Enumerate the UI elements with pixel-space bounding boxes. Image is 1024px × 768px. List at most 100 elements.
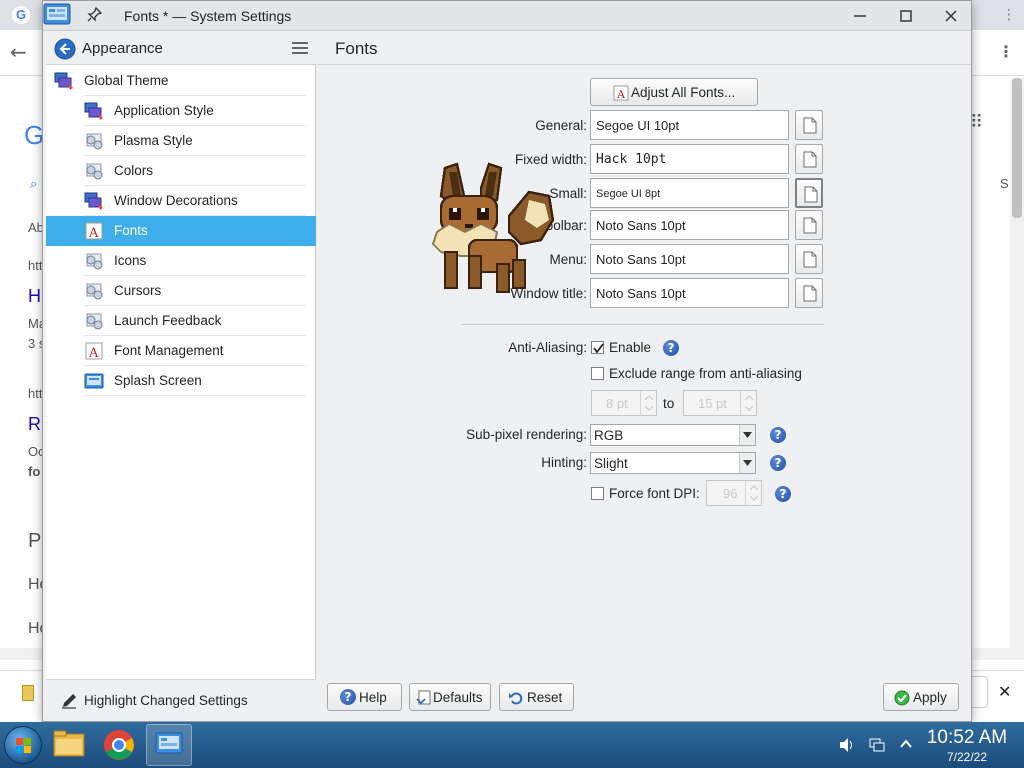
document-icon: [804, 186, 818, 203]
sidebar-item-splash-screen[interactable]: Splash Screen: [46, 366, 316, 396]
apply-icon: [894, 690, 910, 706]
defaults-button[interactable]: Defaults: [409, 683, 491, 711]
subpixel-label: Sub-pixel rendering:: [466, 427, 587, 442]
volume-icon[interactable]: [838, 736, 856, 754]
eevee-sprite: [431, 162, 555, 293]
exclude-from-value: 8 pt: [606, 396, 628, 411]
sidebar-item-colors[interactable]: Colors: [46, 156, 316, 186]
spin-arrows: [640, 391, 656, 415]
sidebar-item-font-management[interactable]: A Font Management: [46, 336, 316, 366]
sidebar-item-global-theme[interactable]: Global Theme: [46, 66, 316, 96]
spin-arrows: [745, 481, 761, 505]
bg-link-fragment[interactable]: H: [28, 286, 42, 307]
windows-logo-icon: [16, 738, 31, 753]
bg-text-fragment: Ho: [28, 576, 42, 593]
help-icon[interactable]: ?: [663, 340, 679, 356]
window-titlebar[interactable]: Fonts * — System Settings: [43, 1, 971, 31]
close-icon[interactable]: [940, 5, 962, 27]
browser-find-close-icon[interactable]: ✕: [998, 682, 1011, 701]
google-favicon-icon[interactable]: G: [12, 6, 30, 24]
fonts-panel: Fonts A Adjust All Fonts... General: Sego…: [317, 32, 971, 721]
sidebar-item-icons[interactable]: Icons: [46, 246, 316, 276]
sidebar-item-label: Font Management: [114, 343, 224, 358]
apply-button[interactable]: Apply: [883, 683, 959, 711]
browser-find-box[interactable]: [972, 676, 988, 708]
network-icon[interactable]: [868, 736, 886, 754]
sidebar-item-label: Cursors: [114, 283, 162, 298]
menu-choose-font-button[interactable]: [795, 244, 823, 274]
general-font-value: Segoe UI 10pt: [596, 118, 680, 133]
tray-expand-icon[interactable]: [898, 736, 914, 752]
help-icon[interactable]: ?: [775, 486, 791, 502]
adjust-all-fonts-label: Adjust All Fonts...: [631, 85, 736, 100]
exclude-range-checkbox[interactable]: [591, 367, 604, 380]
help-button[interactable]: ? Help: [327, 683, 402, 711]
font-icon: A: [85, 342, 103, 361]
reset-icon: [509, 692, 523, 705]
chevron-down-icon: [739, 453, 755, 473]
maximize-icon[interactable]: [895, 5, 917, 27]
sidebar-item-label: Plasma Style: [114, 133, 193, 148]
clock-time[interactable]: 10:52 AM: [922, 728, 1012, 748]
sidebar-item-plasma-style[interactable]: Plasma Style: [46, 126, 316, 156]
document-icon: [803, 217, 817, 234]
pin-icon[interactable]: [87, 6, 103, 24]
window-title: Fonts * — System Settings: [124, 8, 292, 24]
theme-icon: [54, 72, 73, 90]
sidebar-item-launch-feedback[interactable]: Launch Feedback: [46, 306, 316, 336]
back-icon[interactable]: [54, 38, 76, 60]
exclude-to-spinbox: 15 pt: [683, 390, 757, 416]
minimize-icon[interactable]: [849, 5, 871, 27]
hinting-label: Hinting:: [541, 455, 587, 470]
sidebar-item-cursors[interactable]: Cursors: [46, 276, 316, 306]
hinting-select[interactable]: Slight: [590, 452, 756, 474]
bg-text-fragment: Oc: [28, 444, 42, 459]
reset-button[interactable]: Reset: [499, 683, 574, 711]
highlight-changed-button[interactable]: Highlight Changed Settings: [46, 679, 316, 721]
antialiasing-checkbox[interactable]: [591, 341, 604, 354]
help-icon[interactable]: ?: [770, 427, 786, 443]
force-dpi-checkbox[interactable]: [591, 487, 604, 500]
tab-overflow-icon[interactable]: ⋮: [1002, 7, 1016, 23]
sidebar-item-application-style[interactable]: Application Style: [46, 96, 316, 126]
bg-link-fragment[interactable]: R: [28, 414, 42, 435]
chevron-down-icon: [739, 425, 755, 445]
fixed-width-choose-font-button[interactable]: [795, 144, 823, 174]
browser-menu-icon[interactable]: ⋮: [998, 42, 1014, 61]
adjust-all-fonts-button[interactable]: A Adjust All Fonts...: [590, 78, 758, 106]
reset-button-label: Reset: [527, 690, 563, 705]
settings-module-icon: [86, 253, 103, 270]
system-settings-task[interactable]: [146, 724, 192, 766]
menu-font-field: Noto Sans 10pt: [590, 244, 789, 274]
sidebar-item-label: Global Theme: [84, 73, 169, 88]
browser-back-icon[interactable]: ←: [10, 40, 27, 64]
font-icon: A: [613, 85, 629, 101]
toolbar-choose-font-button[interactable]: [795, 210, 823, 240]
document-icon: [803, 251, 817, 268]
small-choose-font-button[interactable]: [795, 178, 823, 208]
browser-vscroll-thumb[interactable]: [1012, 78, 1022, 218]
subpixel-value: RGB: [594, 428, 624, 443]
svg-text:A: A: [88, 226, 99, 241]
antialiasing-enable-label: Enable: [609, 340, 652, 355]
system-settings-window: Fonts * — System Settings Appearance Glo…: [42, 0, 972, 722]
exclude-range-label: Exclude range from anti-aliasing: [609, 366, 802, 381]
sidebar-item-fonts[interactable]: A Fonts: [46, 216, 316, 246]
toolbar-font-value: Noto Sans 10pt: [596, 218, 686, 233]
subpixel-select[interactable]: RGB: [590, 424, 756, 446]
app-settings-icon[interactable]: [43, 3, 71, 27]
exclude-to-value: 15 pt: [698, 396, 727, 411]
chrome-icon[interactable]: [96, 724, 142, 766]
sidebar-header: Appearance: [46, 32, 316, 65]
clock-date[interactable]: 7/22/22: [922, 750, 1012, 764]
hamburger-icon[interactable]: [291, 40, 309, 56]
bg-text-fragment: Ab: [28, 220, 42, 235]
small-font-value: Segoe UI 8pt: [596, 188, 661, 200]
start-button[interactable]: [4, 726, 42, 764]
sidebar-item-label: Launch Feedback: [114, 313, 222, 328]
help-icon[interactable]: ?: [770, 455, 786, 471]
general-choose-font-button[interactable]: [795, 110, 823, 140]
window-title-choose-font-button[interactable]: [795, 278, 823, 308]
file-explorer-icon[interactable]: [46, 724, 92, 766]
sidebar-item-window-decorations[interactable]: Window Decorations: [46, 186, 316, 216]
